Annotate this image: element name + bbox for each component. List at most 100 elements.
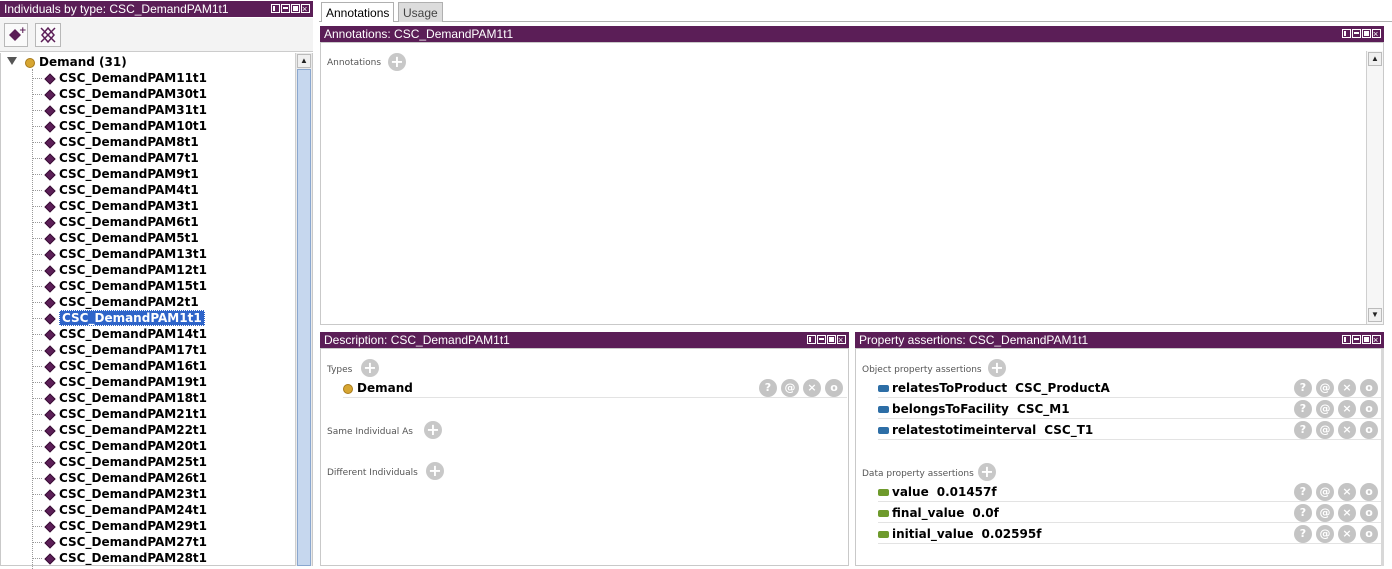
tree-item[interactable]: CSC_DemandPAM23t1 [32, 486, 207, 502]
edit-icon[interactable]: o [1360, 421, 1378, 439]
edit-icon[interactable]: o [1360, 483, 1378, 501]
annotate-icon[interactable]: @ [781, 379, 799, 397]
tree-item[interactable]: CSC_DemandPAM3t1 [32, 198, 199, 214]
annotate-icon[interactable]: @ [1316, 504, 1334, 522]
tree-item[interactable]: CSC_DemandPAM30t1 [32, 86, 207, 102]
tree-item[interactable]: CSC_DemandPAM28t1 [32, 550, 207, 566]
minimize-icon[interactable] [1352, 29, 1361, 38]
tree-item[interactable]: CSC_DemandPAM17t1 [32, 342, 207, 358]
explain-icon[interactable]: ? [1294, 421, 1312, 439]
tree-item[interactable]: CSC_DemandPAM29t1 [32, 518, 207, 534]
add-object-property-button[interactable]: + [988, 359, 1006, 377]
explain-icon[interactable]: ? [1294, 483, 1312, 501]
data-property-row[interactable]: value 0.01457f? @ × o [878, 482, 1382, 502]
delete-individual-button[interactable] [35, 23, 61, 47]
tree-collapse-icon[interactable] [7, 57, 17, 65]
close-icon[interactable] [837, 332, 846, 348]
delete-icon[interactable]: × [1338, 525, 1356, 543]
split-view-icon[interactable] [807, 335, 816, 344]
tree-item[interactable]: CSC_DemandPAM13t1 [32, 246, 207, 262]
tree-item[interactable]: CSC_DemandPAM27t1 [32, 534, 207, 550]
object-property-row[interactable]: relatestotimeinterval CSC_T1? @ × o [878, 420, 1382, 440]
tree-item[interactable]: CSC_DemandPAM7t1 [32, 150, 199, 166]
tree-root-demand[interactable]: Demand (31) [25, 54, 127, 70]
split-view-icon[interactable] [271, 4, 280, 13]
tree-item[interactable]: CSC_DemandPAM10t1 [32, 118, 207, 134]
tree-item[interactable]: CSC_DemandPAM19t1 [32, 374, 207, 390]
maximize-icon[interactable] [291, 4, 300, 13]
tree-item[interactable]: CSC_DemandPAM16t1 [32, 358, 207, 374]
annotate-icon[interactable]: @ [1316, 379, 1334, 397]
delete-icon[interactable]: × [1338, 421, 1356, 439]
edit-icon[interactable]: o [825, 379, 843, 397]
edit-icon[interactable]: o [1360, 379, 1378, 397]
tree-item[interactable]: CSC_DemandPAM9t1 [32, 166, 199, 182]
object-property-row[interactable]: relatesToProduct CSC_ProductA? @ × o [878, 378, 1382, 398]
tree-item[interactable]: CSC_DemandPAM8t1 [32, 134, 199, 150]
tab-annotations[interactable]: Annotations [321, 2, 395, 22]
tree-item[interactable]: CSC_DemandPAM24t1 [32, 502, 207, 518]
right-edge-scrollbar[interactable] [1381, 349, 1384, 566]
tree-scrollbar[interactable]: ▲ [295, 53, 312, 566]
close-icon[interactable] [1372, 332, 1381, 348]
object-property-row[interactable]: belongsToFacility CSC_M1? @ × o [878, 399, 1382, 419]
add-different-individual-button[interactable]: + [426, 462, 444, 480]
type-row-demand[interactable]: Demand ? @ × o [343, 378, 847, 398]
tree-item[interactable]: CSC_DemandPAM11t1 [32, 70, 207, 86]
tree-item[interactable]: CSC_DemandPAM12t1 [32, 262, 207, 278]
close-icon[interactable] [301, 1, 310, 17]
explain-icon[interactable]: ? [1294, 525, 1312, 543]
tree-item[interactable]: CSC_DemandPAM26t1 [32, 470, 207, 486]
annotate-icon[interactable]: @ [1316, 400, 1334, 418]
tree-item[interactable]: CSC_DemandPAM15t1 [32, 278, 207, 294]
scroll-up-icon[interactable]: ▲ [297, 54, 311, 68]
add-type-button[interactable]: + [361, 359, 379, 377]
annotate-icon[interactable]: @ [1316, 421, 1334, 439]
tree-item[interactable]: CSC_DemandPAM4t1 [32, 182, 199, 198]
split-view-icon[interactable] [1342, 29, 1351, 38]
close-icon[interactable] [1372, 26, 1381, 42]
explain-icon[interactable]: ? [759, 379, 777, 397]
data-property-row[interactable]: initial_value 0.02595f? @ × o [878, 524, 1382, 544]
maximize-icon[interactable] [827, 335, 836, 344]
delete-icon[interactable]: × [803, 379, 821, 397]
annotate-icon[interactable]: @ [1316, 525, 1334, 543]
annotate-icon[interactable]: @ [1316, 483, 1334, 501]
tree-item[interactable]: CSC_DemandPAM5t1 [32, 230, 199, 246]
tree-item[interactable]: CSC_DemandPAM2t1 [32, 294, 199, 310]
tree-item[interactable]: CSC_DemandPAM14t1 [32, 326, 207, 342]
tree-item[interactable]: CSC_DemandPAM22t1 [32, 422, 207, 438]
tree-item[interactable]: CSC_DemandPAM25t1 [32, 454, 207, 470]
tree-item[interactable]: CSC_DemandPAM20t1 [32, 438, 207, 454]
add-data-property-button[interactable]: + [978, 463, 996, 481]
delete-icon[interactable]: × [1338, 379, 1356, 397]
edit-icon[interactable]: o [1360, 400, 1378, 418]
delete-icon[interactable]: × [1338, 483, 1356, 501]
add-individual-button[interactable]: + [4, 23, 28, 47]
scroll-down-icon[interactable]: ▼ [1368, 308, 1382, 322]
explain-icon[interactable]: ? [1294, 379, 1312, 397]
scroll-thumb[interactable] [297, 69, 311, 566]
maximize-icon[interactable] [1362, 335, 1371, 344]
add-same-individual-button[interactable]: + [424, 421, 442, 439]
scroll-up-icon[interactable]: ▲ [1368, 52, 1382, 66]
tree-item[interactable]: CSC_DemandPAM21t1 [32, 406, 207, 422]
tree-item[interactable]: CSC_DemandPAM18t1 [32, 390, 207, 406]
annotations-scrollbar[interactable]: ▲ ▼ [1366, 51, 1383, 324]
minimize-icon[interactable] [817, 335, 826, 344]
explain-icon[interactable]: ? [1294, 400, 1312, 418]
minimize-icon[interactable] [281, 4, 290, 13]
minimize-icon[interactable] [1352, 335, 1361, 344]
explain-icon[interactable]: ? [1294, 504, 1312, 522]
add-annotation-button[interactable]: + [388, 53, 406, 71]
data-property-row[interactable]: final_value 0.0f? @ × o [878, 503, 1382, 523]
tree-item[interactable]: CSC_DemandPAM1t1 [32, 310, 205, 326]
delete-icon[interactable]: × [1338, 504, 1356, 522]
split-view-icon[interactable] [1342, 335, 1351, 344]
tree-item[interactable]: CSC_DemandPAM31t1 [32, 102, 207, 118]
edit-icon[interactable]: o [1360, 525, 1378, 543]
delete-icon[interactable]: × [1338, 400, 1356, 418]
maximize-icon[interactable] [1362, 29, 1371, 38]
tree-item[interactable]: CSC_DemandPAM6t1 [32, 214, 199, 230]
edit-icon[interactable]: o [1360, 504, 1378, 522]
